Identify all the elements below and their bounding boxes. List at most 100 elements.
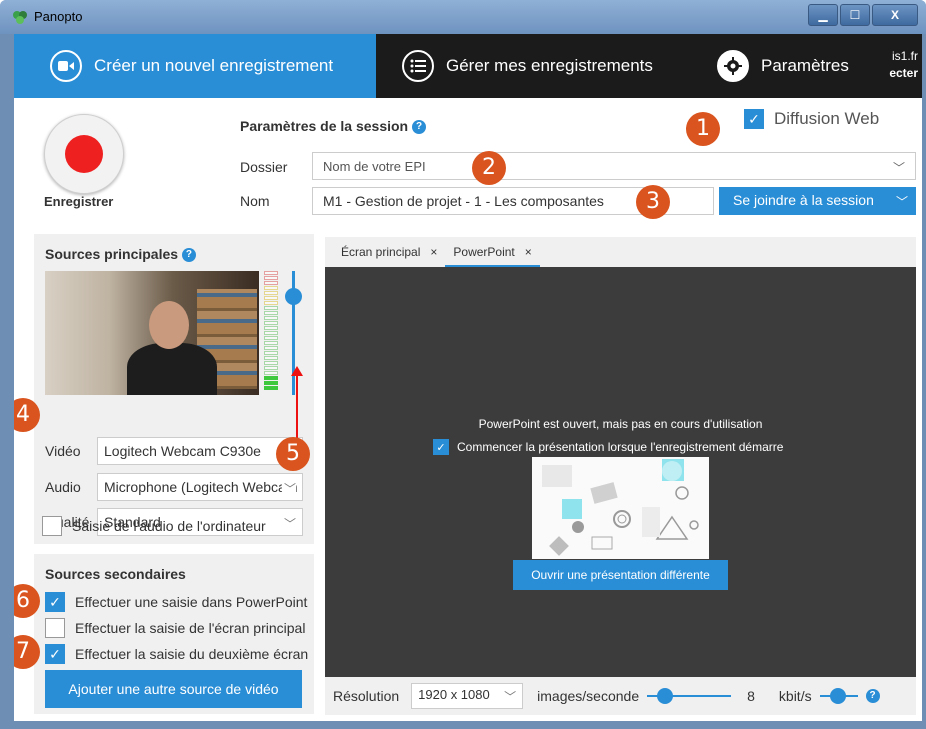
checkbox-unchecked-icon[interactable] (45, 618, 65, 638)
fps-slider-knob[interactable] (657, 688, 674, 704)
volume-slider-knob[interactable] (285, 288, 302, 305)
top-navigation: Créer un nouvel enregistrement Gérer mes… (14, 34, 922, 98)
tab-main-screen-label: Écran principal (341, 245, 421, 259)
start-presentation-checkbox[interactable]: ✓ Commencer la présentation lorsque l'en… (433, 439, 783, 455)
system-audio-checkbox[interactable]: Saisie de l'audio de l'ordinateur (42, 516, 266, 536)
help-icon[interactable]: ? (181, 248, 196, 263)
presentation-thumbnail (532, 457, 709, 559)
chevron-down-icon: ﹀ (281, 480, 296, 497)
window-frame: Panopto ▁ ☐ X Créer un nouvel enregistre… (0, 0, 926, 729)
person-head-image (149, 301, 189, 349)
user-domain: is1.fr (891, 49, 918, 63)
checkbox-checked-icon[interactable]: ✓ (45, 592, 65, 612)
fps-label: images/seconde (537, 688, 640, 704)
video-select[interactable]: Logitech Webcam C930e ﹀ (97, 437, 303, 465)
preview-panel: Écran principal × PowerPoint × PowerPoint … (325, 237, 916, 715)
annotation-arrow (296, 372, 298, 442)
capture-main-screen-row[interactable]: Effectuer la saisie de l'écran principal (45, 618, 310, 638)
primary-sources-title: Sources principales ? (45, 246, 196, 263)
close-tab-icon[interactable]: × (430, 245, 437, 259)
vu-segment (264, 311, 278, 315)
system-audio-label: Saisie de l'audio de l'ordinateur (72, 518, 266, 534)
powerpoint-stage: PowerPoint est ouvert, mais pas en cours… (325, 267, 916, 677)
person-body-image (127, 343, 217, 395)
user-logout[interactable]: ecter (858, 65, 918, 82)
tab-create-label: Créer un nouvel enregistrement (94, 56, 334, 75)
audio-value: Microphone (Logitech Webcam (104, 479, 298, 495)
vu-segment (264, 341, 278, 345)
vu-segment (264, 316, 278, 320)
checkbox-checked-icon[interactable]: ✓ (433, 439, 449, 455)
capture-powerpoint-row[interactable]: ✓ Effectuer une saisie dans PowerPoint (45, 592, 310, 612)
tab-powerpoint[interactable]: PowerPoint × (445, 237, 540, 267)
checkbox-checked-icon[interactable]: ✓ (45, 644, 65, 664)
resolution-bar: Résolution 1920 x 1080 ﹀ images/seconde … (325, 677, 916, 715)
audio-label: Audio (45, 479, 81, 495)
vu-segment (264, 281, 278, 285)
video-value: Logitech Webcam C930e (104, 443, 261, 459)
record-label: Enregistrer (44, 194, 114, 209)
list-icon (402, 50, 434, 82)
resolution-label: Résolution (333, 688, 400, 704)
help-icon[interactable]: ? (865, 689, 880, 703)
join-session-button[interactable]: Se joindre à la session ﹀ (719, 187, 916, 215)
webcast-label: Diffusion Web (774, 109, 880, 128)
vu-segment (264, 366, 278, 370)
session-settings-title: Paramètres de la session ? (240, 118, 426, 135)
audio-select[interactable]: Microphone (Logitech Webcam ﹀ (97, 473, 303, 501)
powerpoint-status-message: PowerPoint est ouvert, mais pas en cours… (478, 417, 763, 431)
vu-segment (264, 291, 278, 295)
tab-settings[interactable]: Paramètres (717, 34, 849, 98)
vu-segment (264, 376, 278, 380)
audio-level-meter (264, 271, 278, 395)
name-label: Nom (240, 193, 270, 209)
checkbox-checked-icon[interactable]: ✓ (744, 109, 764, 129)
gear-icon (717, 50, 749, 82)
video-camera-icon (50, 50, 82, 82)
primary-sources-panel: Sources principales ? Vidéo Logitech Web… (34, 234, 314, 544)
start-presentation-label: Commencer la présentation lorsque l'enre… (457, 440, 784, 454)
join-session-label: Se joindre à la session (733, 192, 874, 208)
maximize-button[interactable]: ☐ (840, 4, 870, 26)
window-title: Panopto (34, 9, 83, 24)
tab-main-screen[interactable]: Écran principal × (333, 237, 445, 267)
vu-segment (264, 351, 278, 355)
vu-segment (264, 381, 278, 385)
minimize-button[interactable]: ▁ (808, 4, 838, 26)
shapes-illustration-icon (542, 459, 699, 556)
app-client: Créer un nouvel enregistrement Gérer mes… (14, 34, 922, 721)
vu-segment (264, 336, 278, 340)
close-tab-icon[interactable]: × (525, 245, 532, 259)
vu-segment (264, 276, 278, 280)
vu-segment (264, 296, 278, 300)
close-button[interactable]: X (872, 4, 918, 26)
secondary-sources-title: Sources secondaires (45, 566, 186, 582)
add-video-source-button[interactable]: Ajouter une autre source de vidéo (45, 670, 302, 708)
fps-slider[interactable] (647, 686, 732, 706)
folder-select[interactable]: Nom de votre EPI ﹀ (312, 152, 916, 180)
vu-segment (264, 386, 278, 390)
record-button[interactable] (44, 114, 124, 194)
title-bar[interactable]: Panopto ▁ ☐ X (0, 0, 926, 34)
chevron-down-icon: ﹀ (504, 690, 517, 704)
annotation-badge-1: 1 (686, 112, 720, 146)
resolution-select[interactable]: 1920 x 1080 ﹀ (411, 683, 524, 709)
tab-manage-label: Gérer mes enregistrements (446, 56, 653, 75)
vu-segment (264, 286, 278, 290)
bitrate-slider[interactable] (819, 686, 858, 706)
tab-create-recording[interactable]: Créer un nouvel enregistrement (14, 34, 376, 98)
user-area[interactable]: is1.fr ecter (858, 48, 918, 82)
video-label: Vidéo (45, 443, 81, 459)
bitrate-slider-knob[interactable] (829, 688, 846, 704)
preview-tabs: Écran principal × PowerPoint × (325, 237, 916, 267)
tab-settings-label: Paramètres (761, 56, 849, 75)
tab-powerpoint-label: PowerPoint (453, 245, 515, 259)
checkbox-unchecked-icon[interactable] (42, 516, 62, 536)
record-dot-icon (65, 135, 103, 173)
capture-second-screen-row[interactable]: ✓ Effectuer la saisie du deuxième écran (45, 644, 310, 664)
open-presentation-button[interactable]: Ouvrir une présentation différente (513, 560, 728, 590)
webcast-checkbox[interactable]: ✓ Diffusion Web (744, 109, 879, 129)
vu-segment (264, 331, 278, 335)
help-icon[interactable]: ? (412, 120, 426, 135)
tab-manage-recordings[interactable]: Gérer mes enregistrements (402, 34, 653, 98)
